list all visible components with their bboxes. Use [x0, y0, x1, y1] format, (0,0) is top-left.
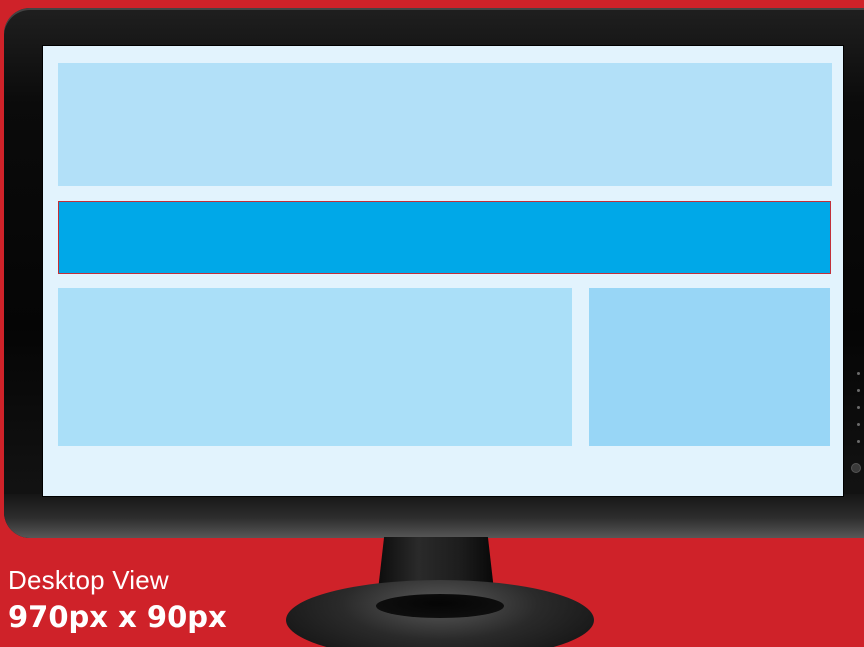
- monitor-stand-base: [286, 580, 594, 647]
- bezel-dot-icon: [856, 389, 860, 392]
- leaderboard-ad-block: [58, 201, 831, 274]
- desktop-view-illustration: Desktop View 970px x 90px: [0, 0, 864, 647]
- header-placeholder-block: [58, 63, 832, 186]
- monitor-chin: [4, 494, 864, 538]
- monitor-screen: [43, 46, 843, 496]
- bezel-dot-icon: [856, 440, 860, 443]
- bezel-dot-icon: [856, 406, 860, 409]
- bezel-dot-icon: [856, 423, 860, 426]
- bezel-dot-icon: [856, 372, 860, 375]
- caption-label: Desktop View: [8, 565, 169, 595]
- power-button-icon: [852, 464, 860, 472]
- monitor-bezel: [4, 8, 864, 538]
- caption-size: 970px x 90px: [8, 600, 227, 634]
- monitor-stand-base-recess: [376, 594, 504, 618]
- sidebar-placeholder-block: [589, 288, 830, 446]
- bezel-indicator-lights: [855, 372, 861, 457]
- caption: Desktop View 970px x 90px: [8, 564, 227, 636]
- main-content-placeholder-block: [58, 288, 572, 446]
